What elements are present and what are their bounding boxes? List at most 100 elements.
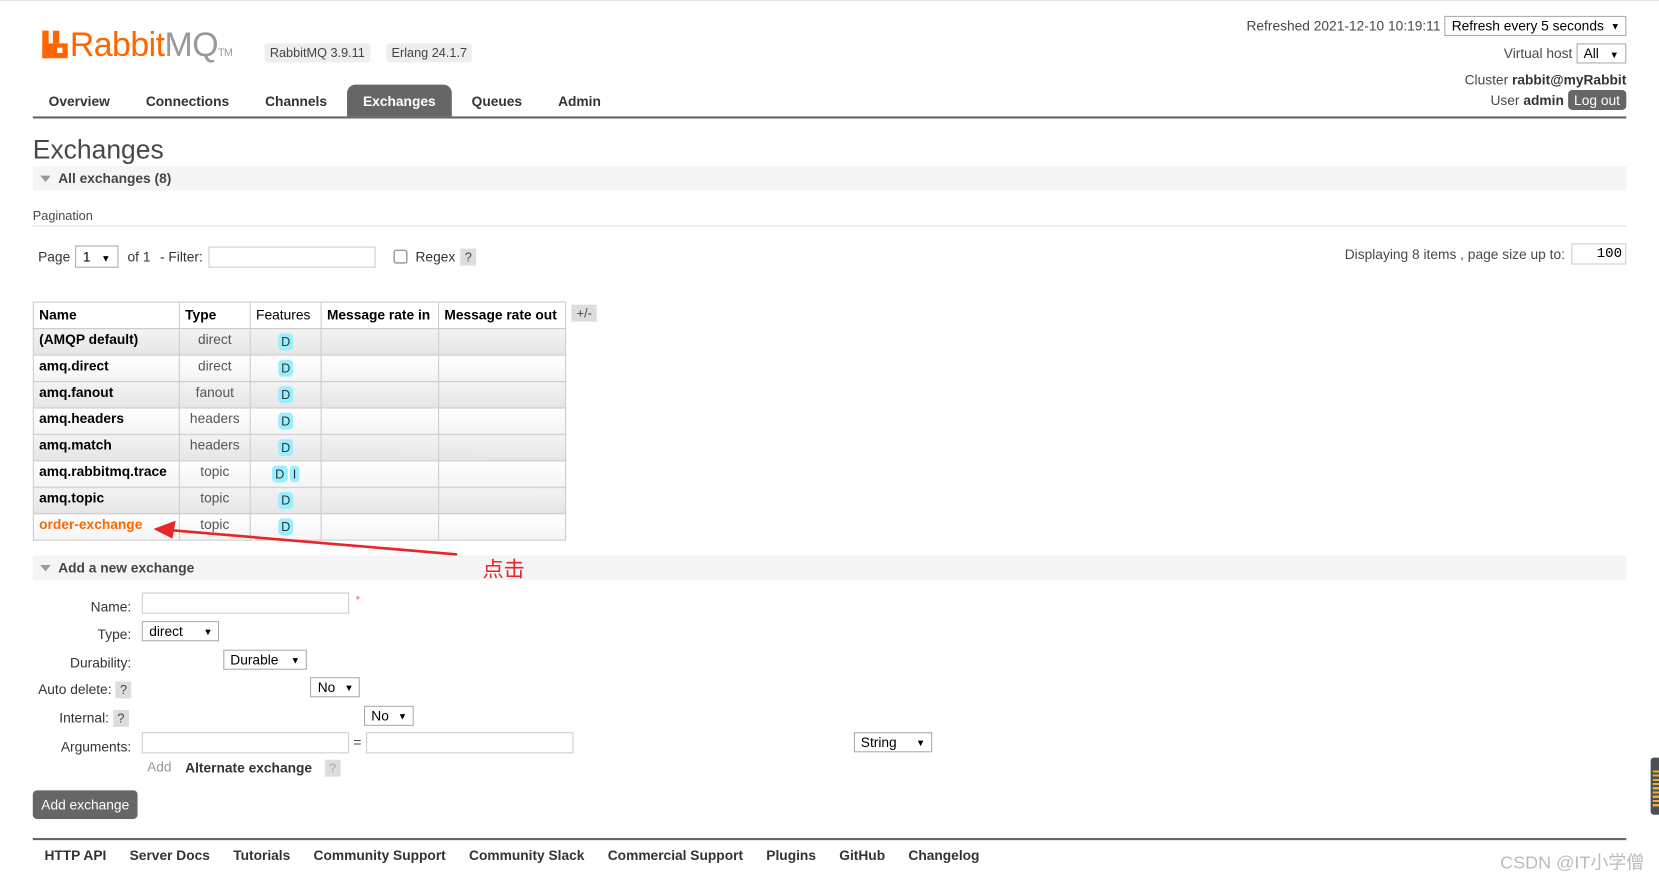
page-value: 1 <box>82 248 91 265</box>
tab-channels[interactable]: Channels <box>249 85 343 117</box>
logout-button[interactable]: Log out <box>1567 89 1627 111</box>
message-rate-in <box>320 380 440 409</box>
exchange-features: D <box>249 407 322 435</box>
annotation-text: 点击 <box>482 558 525 582</box>
filter-label: - Filter: <box>160 248 203 265</box>
refreshed-time: Refreshed 2021-12-10 10:19:11 <box>1246 17 1441 34</box>
auto-delete-select[interactable]: No ▼ <box>310 677 361 698</box>
footer-link-github[interactable]: GitHub <box>828 848 897 864</box>
all-exchanges-heading: All exchanges (8) <box>58 170 172 187</box>
exchange-name-link[interactable]: amq.headers <box>32 407 180 435</box>
all-exchanges-section-toggle[interactable]: All exchanges (8) <box>32 166 1627 191</box>
message-rate-in <box>320 407 440 435</box>
table-row: amq.topic topic D <box>32 486 567 515</box>
message-rate-in <box>320 486 440 515</box>
alternate-exchange-help-button[interactable]: ? <box>324 759 341 777</box>
auto-delete-help-button[interactable]: ? <box>115 681 132 699</box>
footer-link-commercial-support[interactable]: Commercial Support <box>596 848 755 864</box>
message-rate-out <box>438 460 567 488</box>
footer-link-community-slack[interactable]: Community Slack <box>457 848 596 864</box>
page-size-input[interactable] <box>1571 243 1627 265</box>
footer-link-http-api[interactable]: HTTP API <box>33 848 118 864</box>
exchange-name-link[interactable]: amq.direct <box>32 354 180 382</box>
regex-help-button[interactable]: ? <box>460 248 477 266</box>
vhost-label: Virtual host <box>1503 45 1573 62</box>
regex-label: Regex <box>415 248 456 265</box>
exchange-features: D <box>249 486 322 515</box>
exchange-name-link[interactable]: amq.rabbitmq.trace <box>32 460 180 488</box>
rabbitmq-logo[interactable]: RabbitMQTM <box>42 25 233 64</box>
argument-type-value: String <box>860 734 897 751</box>
message-rate-out <box>438 433 567 462</box>
exchange-name-link[interactable]: (AMQP default) <box>32 328 180 356</box>
message-rate-out <box>438 407 567 435</box>
exchange-features: D <box>249 328 322 356</box>
feature-badge: D <box>277 359 294 377</box>
top-border <box>0 0 1659 2</box>
column-name[interactable]: Name <box>32 301 180 330</box>
page-select[interactable]: 1 ▼ <box>75 245 119 268</box>
cluster-label: Cluster <box>1464 71 1509 88</box>
csdn-watermark: CSDN @IT小学僧 <box>1500 852 1645 873</box>
add-exchange-section-toggle[interactable]: Add a new exchange <box>32 555 1627 580</box>
exchange-name-link[interactable]: amq.fanout <box>32 380 180 409</box>
footer-link-server-docs[interactable]: Server Docs <box>118 848 222 864</box>
message-rate-out <box>438 486 567 515</box>
tab-overview[interactable]: Overview <box>33 85 126 117</box>
footer-link-plugins[interactable]: Plugins <box>755 848 828 864</box>
internal-help-button[interactable]: ? <box>113 709 129 727</box>
feature-badge: D <box>271 465 288 483</box>
vhost-value: All <box>1583 45 1599 62</box>
exchange-name-link[interactable]: amq.match <box>32 433 180 462</box>
durability-value: Durable <box>230 651 279 668</box>
add-argument-link[interactable]: Add <box>147 759 171 775</box>
add-exchange-button[interactable]: Add exchange <box>32 790 138 819</box>
message-rate-out <box>438 354 567 382</box>
exchange-features: D <box>249 433 322 462</box>
footer-link-changelog[interactable]: Changelog <box>897 848 991 864</box>
message-rate-in <box>320 460 440 488</box>
durability-select[interactable]: Durable ▼ <box>222 649 307 670</box>
internal-label: Internal: <box>59 709 109 726</box>
exchange-type: headers <box>178 407 251 435</box>
feature-badge: D <box>277 492 294 509</box>
exchange-features: D <box>249 380 322 409</box>
argument-value-input[interactable] <box>366 732 574 754</box>
footer-link-tutorials[interactable]: Tutorials <box>222 848 302 864</box>
exchange-type: direct <box>178 328 251 356</box>
alternate-exchange-link[interactable]: Alternate exchange <box>185 760 312 776</box>
dropdown-arrow-icon: ▼ <box>203 626 213 637</box>
message-rate-out <box>438 513 567 541</box>
internal-select[interactable]: No ▼ <box>363 705 414 726</box>
footer-link-community-support[interactable]: Community Support <box>302 848 457 864</box>
exchange-name-link[interactable]: amq.topic <box>32 486 180 515</box>
tab-connections[interactable]: Connections <box>130 85 245 117</box>
exchange-name-input[interactable] <box>141 592 350 614</box>
exchange-type-select[interactable]: direct ▼ <box>141 621 220 642</box>
exchange-type: headers <box>178 433 251 462</box>
auto-delete-label: Auto delete: <box>38 681 112 698</box>
refresh-interval-value: Refresh every 5 seconds <box>1451 17 1604 34</box>
equals-sign: = <box>353 734 362 751</box>
columns-toggle-button[interactable]: +/- <box>571 304 598 322</box>
feature-badge: D <box>277 518 294 536</box>
tab-admin[interactable]: Admin <box>542 85 617 117</box>
message-rate-in <box>320 354 440 382</box>
exchange-features: DI <box>249 460 322 488</box>
exchange-name-link[interactable]: order-exchange <box>32 513 180 541</box>
nav-divider <box>32 116 1627 119</box>
column-type[interactable]: Type <box>178 301 251 330</box>
tab-queues[interactable]: Queues <box>456 85 538 117</box>
page-title: Exchanges <box>32 135 164 166</box>
regex-checkbox[interactable] <box>393 249 408 264</box>
argument-key-input[interactable] <box>141 732 350 754</box>
internal-value: No <box>371 707 389 724</box>
argument-type-select[interactable]: String ▼ <box>853 732 932 753</box>
tab-exchanges[interactable]: Exchanges <box>347 84 452 117</box>
refresh-interval-select[interactable]: Refresh every 5 seconds ▼ <box>1444 15 1627 36</box>
column-message-rate-in: Message rate in <box>320 301 440 330</box>
exchange-type: fanout <box>178 380 251 409</box>
filter-input[interactable] <box>208 246 376 268</box>
vhost-select[interactable]: All ▼ <box>1576 43 1627 64</box>
table-row: (AMQP default) direct D <box>32 328 567 356</box>
